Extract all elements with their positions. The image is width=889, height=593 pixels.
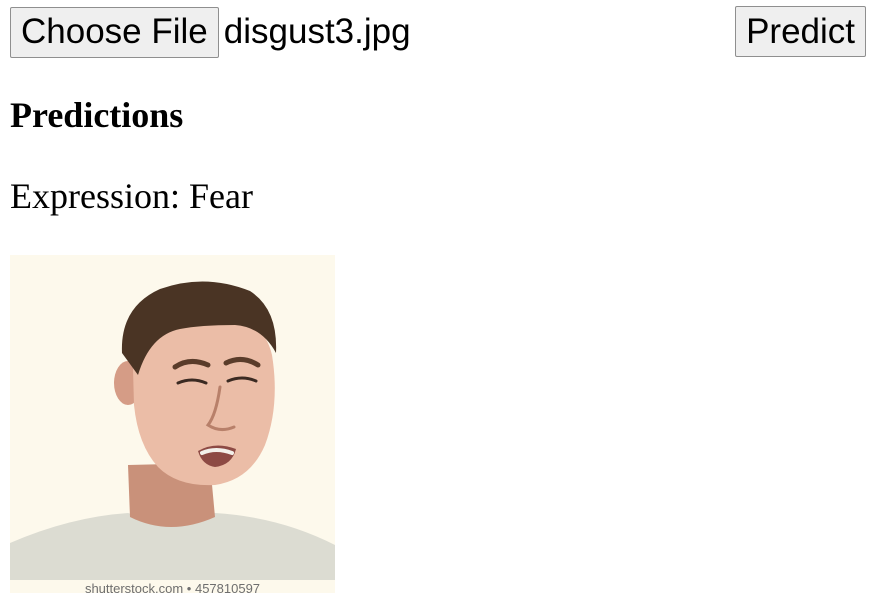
choose-file-button[interactable]: Choose File: [10, 6, 219, 58]
face-illustration: [10, 281, 335, 580]
predict-button[interactable]: Predict: [735, 6, 866, 57]
selected-file-name: disgust3.jpg: [223, 12, 411, 51]
image-watermark: shutterstock.com • 457810597: [84, 581, 261, 593]
file-upload-row: Choose File disgust3.jpg: [10, 6, 411, 58]
expression-result: Expression: Fear: [10, 176, 253, 216]
predictions-heading: Predictions: [10, 95, 184, 135]
uploaded-face-image: shutterstock.com • 457810597: [10, 255, 335, 593]
